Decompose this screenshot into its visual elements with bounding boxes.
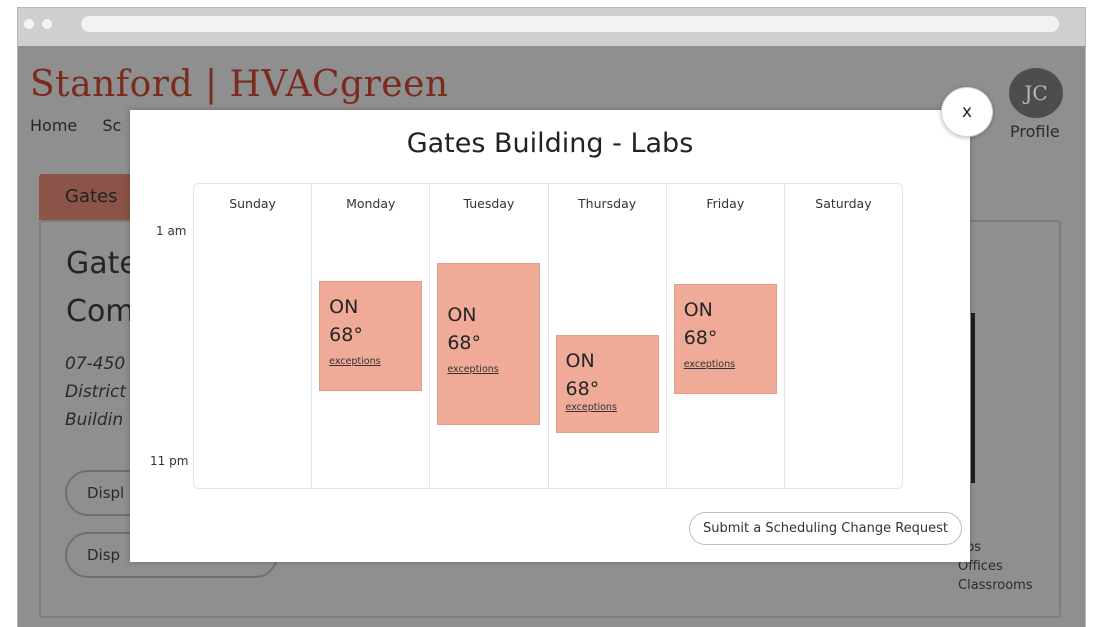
modal-title: Gates Building - Labs <box>406 128 694 159</box>
event-temp: 68° <box>329 324 363 346</box>
chart-axis-line <box>971 313 975 483</box>
day-name: Friday <box>706 196 745 211</box>
building-type: Buildin <box>65 410 124 430</box>
exceptions-link[interactable]: exceptions <box>566 402 658 413</box>
building-id: 07-450 <box>65 354 126 374</box>
event-state: ON <box>565 350 595 372</box>
day-column-thursday[interactable]: Thursday ON 68° exceptions <box>547 184 666 488</box>
schedule-modal: Gates Building - Labs 1 am 11 pm Sunday … <box>130 110 970 562</box>
event-temp: 68° <box>683 327 718 349</box>
day-name: Tuesday <box>463 196 515 211</box>
top-nav: Home Sc <box>30 116 141 135</box>
exceptions-link[interactable]: exceptions <box>329 356 421 367</box>
day-name: Thursday <box>578 196 637 211</box>
submit-change-request-button[interactable]: Submit a Scheduling Change Request <box>689 512 962 545</box>
day-column-friday[interactable]: Friday ON 68° exceptions <box>665 184 784 488</box>
day-column-sunday[interactable]: Sunday <box>194 184 311 488</box>
close-modal-button[interactable]: x <box>941 87 993 137</box>
panel-title: Gate <box>66 246 138 281</box>
day-column-saturday[interactable]: Saturday <box>783 184 902 488</box>
event-state: ON <box>447 304 477 326</box>
day-name: Monday <box>346 196 396 211</box>
nav-schedule[interactable]: Sc <box>102 116 121 135</box>
profile-link[interactable]: Profile <box>1010 122 1060 141</box>
avatar[interactable]: JC <box>1009 68 1063 118</box>
day-column-tuesday[interactable]: Tuesday ON 68° exceptions <box>429 184 547 488</box>
event-state: ON <box>683 299 713 321</box>
event-temp: 68° <box>565 378 600 400</box>
close-icon: x <box>961 102 973 122</box>
time-end-label: 11 pm <box>150 454 189 468</box>
window-dot-icon[interactable] <box>42 19 52 29</box>
building-district: District <box>65 382 127 402</box>
nav-home[interactable]: Home <box>30 116 77 135</box>
browser-chrome <box>18 8 1085 46</box>
day-name: Saturday <box>815 196 872 211</box>
schedule-event-thursday[interactable]: ON 68° exceptions <box>555 335 659 433</box>
weekly-calendar: Sunday Monday ON 68° exceptions Tuesday … <box>193 183 903 489</box>
exceptions-link[interactable]: exceptions <box>684 359 776 370</box>
event-temp: 68° <box>447 332 482 354</box>
window-dot-icon[interactable] <box>24 19 34 29</box>
exceptions-link[interactable]: exceptions <box>447 364 539 375</box>
time-start-label: 1 am <box>156 224 187 238</box>
event-state: ON <box>329 296 359 318</box>
schedule-event-friday[interactable]: ON 68° exceptions <box>673 284 777 394</box>
panel-subtitle: Com <box>66 294 135 329</box>
address-bar[interactable] <box>81 16 1059 32</box>
day-name: Sunday <box>229 196 276 211</box>
brand-logo[interactable]: Stanford | HVACgreen <box>30 64 449 105</box>
legend-classrooms: Classrooms <box>958 578 1033 593</box>
schedule-event-tuesday[interactable]: ON 68° exceptions <box>437 263 541 425</box>
day-column-monday[interactable]: Monday ON 68° exceptions <box>311 184 429 488</box>
schedule-event-monday[interactable]: ON 68° exceptions <box>319 281 423 391</box>
